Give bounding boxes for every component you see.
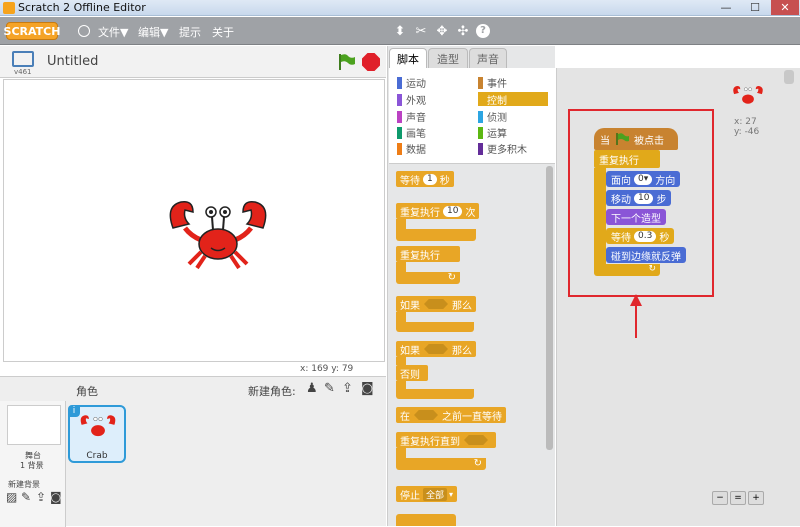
backdrop-panel: 舞台 1 背景 新建背景 ▨ ✎ ⇪ ◙ bbox=[0, 401, 66, 527]
category-events[interactable]: 事件 bbox=[478, 76, 507, 90]
menubar: SCRATCH 文件▼ 编辑▼ 提示 关于 ⬍ ✂ ✥ ✣ ? bbox=[0, 17, 800, 45]
window-title: Scratch 2 Offline Editor bbox=[18, 1, 146, 14]
close-button[interactable]: ✕ bbox=[771, 0, 799, 15]
help-icon[interactable]: ? bbox=[476, 24, 490, 38]
category-more-blocks[interactable]: 更多积木 bbox=[478, 142, 527, 156]
upload-backdrop-icon[interactable]: ⇪ bbox=[36, 490, 46, 504]
script-area-scrollbar[interactable] bbox=[784, 70, 794, 84]
tab-costumes[interactable]: 造型 bbox=[428, 48, 468, 68]
project-title[interactable]: Untitled bbox=[47, 54, 98, 69]
category-looks[interactable]: 外观 bbox=[397, 93, 426, 107]
duplicate-icon[interactable]: ⬍ bbox=[392, 24, 408, 39]
sprite-thumbnail-crab[interactable]: i Crab bbox=[68, 405, 126, 463]
backdrop-count: 1 背景 bbox=[20, 461, 44, 470]
green-flag-icon[interactable] bbox=[336, 52, 356, 72]
sprite-name: Crab bbox=[86, 451, 108, 461]
stage-canvas[interactable] bbox=[3, 79, 385, 362]
shrink-icon[interactable]: ✣ bbox=[455, 24, 471, 39]
palette-if-block[interactable]: 如果 那么 bbox=[396, 296, 476, 312]
camera-icon[interactable]: ◙ bbox=[361, 381, 374, 396]
sprite-y-readout: y: -46 bbox=[734, 127, 760, 137]
scratch-logo[interactable]: SCRATCH bbox=[4, 22, 60, 40]
forever-block[interactable]: 重复执行 bbox=[594, 150, 660, 168]
paint-backdrop-icon[interactable]: ✎ bbox=[21, 490, 31, 504]
paint-sprite-icon[interactable]: ✎ bbox=[324, 381, 335, 396]
stop-icon[interactable] bbox=[362, 53, 380, 71]
category-data[interactable]: 数据 bbox=[397, 142, 426, 156]
annotation-arrow bbox=[630, 294, 642, 338]
palette-else-label: 否则 bbox=[396, 365, 428, 381]
minimize-button[interactable]: — bbox=[713, 0, 739, 15]
menu-tips[interactable]: 提示 bbox=[179, 24, 201, 40]
version-label: v461 bbox=[14, 68, 32, 76]
new-sprite-label: 新建角色: bbox=[248, 385, 296, 398]
camera-backdrop-icon[interactable]: ◙ bbox=[50, 490, 62, 504]
category-operators[interactable]: 运算 bbox=[478, 126, 507, 140]
category-control[interactable]: 控制 bbox=[478, 92, 548, 107]
globe-icon[interactable] bbox=[78, 25, 90, 37]
crab-sprite[interactable] bbox=[163, 198, 273, 270]
grow-icon[interactable]: ✥ bbox=[434, 24, 450, 39]
when-flag-clicked-block[interactable]: 当 被点击 bbox=[594, 128, 678, 150]
palette-if-else-block[interactable]: 如果 那么 bbox=[396, 341, 476, 357]
palette-wait-block[interactable]: 等待 1 秒 bbox=[396, 171, 454, 187]
crab-thumbnail-icon bbox=[80, 415, 116, 437]
palette-forever-block[interactable]: 重复执行 bbox=[396, 246, 460, 262]
palette-repeat-block[interactable]: 重复执行 10 次 bbox=[396, 203, 480, 219]
delete-icon[interactable]: ✂ bbox=[413, 24, 429, 39]
category-pen[interactable]: 画笔 bbox=[397, 126, 426, 140]
bounce-on-edge-block[interactable]: 碰到边缘就反弹 bbox=[606, 247, 686, 263]
menu-about[interactable]: 关于 bbox=[212, 24, 234, 40]
wait-seconds-block[interactable]: 等待 0.3 秒 bbox=[606, 228, 675, 244]
maximize-button[interactable]: ☐ bbox=[742, 0, 768, 15]
palette-wait-until-block[interactable]: 在之前一直等待 bbox=[396, 407, 506, 423]
menu-edit[interactable]: 编辑▼ bbox=[138, 24, 168, 40]
point-in-direction-block[interactable]: 面向 0▾ 方向 bbox=[606, 171, 681, 187]
green-flag-icon bbox=[616, 133, 629, 145]
sprites-header: 角色 bbox=[76, 385, 98, 398]
stage-header: v461 Untitled bbox=[0, 46, 386, 78]
zoom-in-icon[interactable]: + bbox=[748, 491, 764, 505]
backdrop-thumbnail[interactable] bbox=[7, 405, 61, 445]
zoom-reset-icon[interactable]: = bbox=[730, 491, 746, 505]
palette-repeat-until-block[interactable]: 重复执行直到 bbox=[396, 432, 496, 448]
current-sprite-icon bbox=[733, 86, 763, 104]
zoom-out-icon[interactable]: − bbox=[712, 491, 728, 505]
category-sensing[interactable]: 侦测 bbox=[478, 110, 507, 124]
upload-sprite-icon[interactable]: ⇪ bbox=[342, 381, 353, 396]
next-costume-block[interactable]: 下一个造型 bbox=[606, 209, 666, 225]
category-sound[interactable]: 声音 bbox=[397, 110, 426, 124]
new-backdrop-label: 新建背景 bbox=[8, 480, 40, 489]
window-titlebar: Scratch 2 Offline Editor — ☐ ✕ bbox=[0, 0, 800, 16]
fullscreen-icon[interactable] bbox=[12, 51, 34, 67]
stage-mouse-coords: x: 169 y: 79 bbox=[300, 364, 354, 374]
category-motion[interactable]: 运动 bbox=[397, 76, 426, 90]
sprite-x-readout: x: 27 bbox=[734, 117, 757, 127]
backdrop-library-icon[interactable]: ▨ bbox=[6, 490, 17, 504]
menu-file[interactable]: 文件▼ bbox=[98, 24, 128, 40]
sprite-panel: 角色 新建角色: ♟ ✎ ⇪ ◙ 舞台 1 背景 新建背景 ▨ ✎ ⇪ ◙ i … bbox=[0, 376, 386, 527]
app-icon bbox=[3, 2, 15, 14]
tab-scripts[interactable]: 脚本 bbox=[389, 48, 427, 68]
palette-scrollbar[interactable] bbox=[546, 166, 553, 450]
tab-sounds[interactable]: 声音 bbox=[469, 48, 507, 68]
sprite-library-icon[interactable]: ♟ bbox=[306, 381, 318, 396]
move-steps-block[interactable]: 移动 10 步 bbox=[606, 190, 672, 206]
palette-stop-block[interactable]: 停止 全部 ▾ bbox=[396, 486, 458, 502]
